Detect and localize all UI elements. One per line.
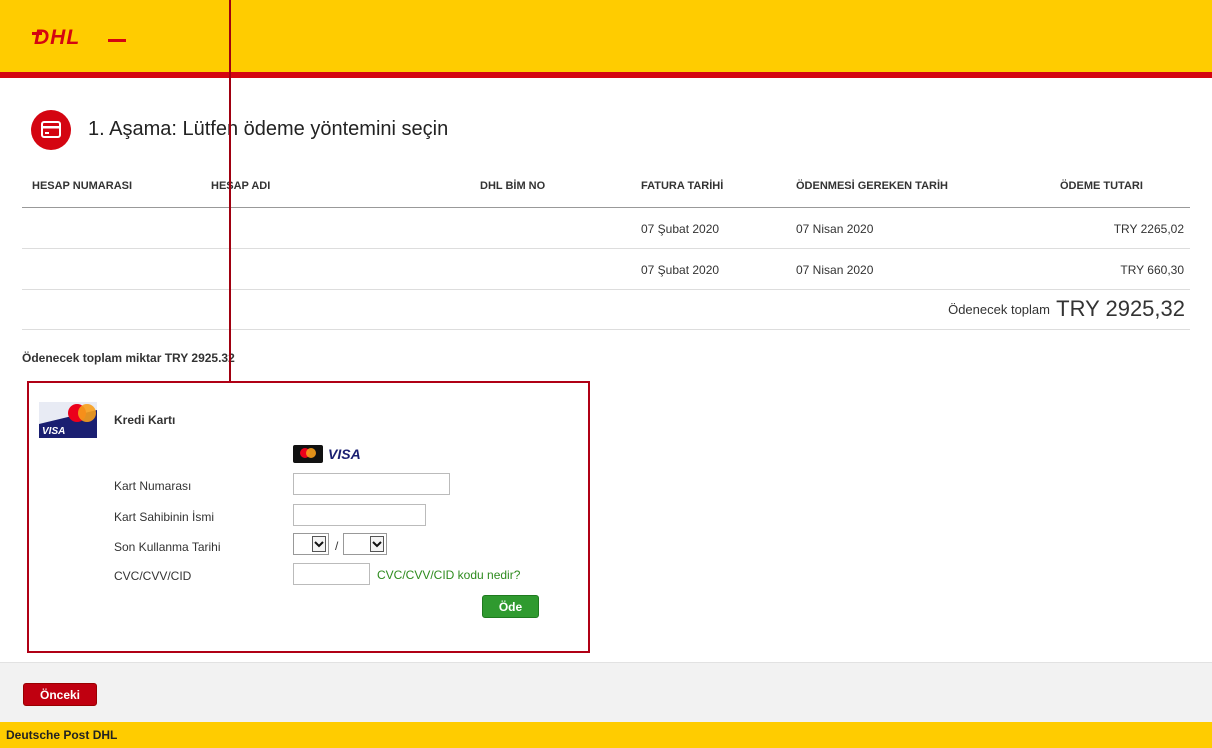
due-date-cell: 07 Nisan 2020 xyxy=(796,222,874,236)
col-header-invoice-date: FATURA TARİHİ xyxy=(641,180,724,192)
table-divider xyxy=(22,207,1190,208)
table-divider xyxy=(22,289,1190,290)
dhl-logo[interactable]: DHL xyxy=(34,26,80,50)
previous-button[interactable]: Önceki xyxy=(23,683,97,706)
invoice-date-cell: 07 Şubat 2020 xyxy=(641,263,720,277)
due-date-cell: 07 Nisan 2020 xyxy=(796,263,874,277)
annotation-box xyxy=(27,381,590,653)
nav-band xyxy=(0,662,1212,723)
total-amount-text: Ödenecek toplam miktar TRY 2925.32 xyxy=(22,351,235,365)
page-title: 1. Aşama: Lütfen ödeme yöntemini seçin xyxy=(88,118,449,140)
col-header-account-number: HESAP NUMARASI xyxy=(32,180,133,192)
col-header-bim-no: DHL BİM NO xyxy=(480,180,546,192)
annotation-line xyxy=(229,0,231,381)
footer-bar: Deutsche Post DHL xyxy=(0,722,1212,748)
amount-cell: TRY 2265,02 xyxy=(1113,222,1184,236)
table-divider xyxy=(22,248,1190,249)
header-bar: DHL xyxy=(0,0,1212,72)
col-header-due-date: ÖDENMESİ GEREKEN TARİH xyxy=(796,180,948,192)
total-label: Ödenecek toplam xyxy=(948,302,1050,317)
credit-card-icon xyxy=(31,110,71,150)
invoice-date-cell: 07 Şubat 2020 xyxy=(641,222,720,236)
col-header-account-name: HESAP ADI xyxy=(211,180,271,192)
header-stripe xyxy=(0,72,1212,78)
total-value: TRY 2925,32 xyxy=(1056,296,1185,321)
footer-text: Deutsche Post DHL xyxy=(6,728,118,742)
amount-cell: TRY 660,30 xyxy=(1120,263,1184,277)
col-header-amount: ÖDEME TUTARI xyxy=(1060,180,1143,192)
table-divider xyxy=(22,329,1190,330)
logo-stripe xyxy=(108,39,126,42)
